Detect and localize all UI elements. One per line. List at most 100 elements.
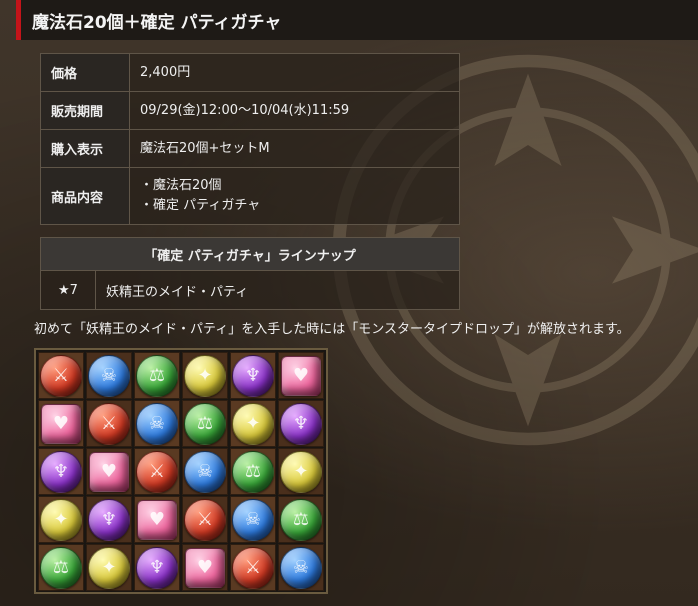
water-orb: ☠ xyxy=(232,498,274,541)
sword-icon: ⚔ xyxy=(52,365,70,386)
board-cell: ♆ xyxy=(38,448,84,495)
heart-orb: ♥ xyxy=(281,355,321,396)
board-cell: ♆ xyxy=(134,544,180,591)
board-cell: ♥ xyxy=(278,352,324,399)
info-row: 購入表示 魔法石20個+セットM xyxy=(40,129,460,168)
heart-icon: ♥ xyxy=(100,461,118,482)
sword-icon: ⚔ xyxy=(244,557,262,578)
board-cell: ♆ xyxy=(278,400,324,447)
light-orb: ✦ xyxy=(88,546,130,589)
devil-icon: ♆ xyxy=(52,461,70,482)
info-row: 価格 2,400円 xyxy=(40,53,460,92)
product-info-table: 価格 2,400円 販売期間 09/29(金)12:00～10/04(水)11:59 購… xyxy=(40,53,460,225)
info-value-line: 09/29(金)12:00～10/04(水)11:59 xyxy=(140,102,350,118)
info-label: 購入表示 xyxy=(40,129,130,168)
info-value-line: 2,400円 xyxy=(140,64,191,80)
wood-orb: ⚖ xyxy=(136,354,178,397)
angel-icon: ✦ xyxy=(101,557,117,578)
board-cell: ⚔ xyxy=(134,448,180,495)
board-cell: ☠ xyxy=(278,544,324,591)
fire-orb: ⚔ xyxy=(40,354,82,397)
lineup-row: ★7 妖精王のメイド・パティ xyxy=(40,270,460,310)
skull-icon: ☠ xyxy=(100,365,118,386)
scale-icon: ⚖ xyxy=(148,365,166,386)
board-cell: ♥ xyxy=(38,400,84,447)
board-cell: ♥ xyxy=(86,448,132,495)
info-value-line: 魔法石20個+セットM xyxy=(140,140,270,156)
board-cell: ☠ xyxy=(86,352,132,399)
scale-icon: ⚖ xyxy=(244,461,262,482)
scale-icon: ⚖ xyxy=(292,509,310,530)
wood-orb: ⚖ xyxy=(232,450,274,493)
unlock-note: 初めて「妖精王のメイド・パティ」を入手した時には「モンスタータイプドロップ」が解… xyxy=(34,322,630,337)
board-cell: ✦ xyxy=(86,544,132,591)
sword-icon: ⚔ xyxy=(148,461,166,482)
board-cell: ⚔ xyxy=(182,496,228,543)
board-cell: ☠ xyxy=(134,400,180,447)
dark-orb: ♆ xyxy=(88,498,130,541)
heart-orb: ♥ xyxy=(89,451,129,492)
light-orb: ✦ xyxy=(280,450,322,493)
board-cell: ✦ xyxy=(38,496,84,543)
info-row: 販売期間 09/29(金)12:00～10/04(水)11:59 xyxy=(40,91,460,130)
page-title: 魔法石20個＋確定 パティガチャ xyxy=(32,12,282,33)
water-orb: ☠ xyxy=(280,546,322,589)
angel-icon: ✦ xyxy=(197,365,213,386)
heart-orb: ♥ xyxy=(41,403,81,444)
board-cell: ⚖ xyxy=(182,400,228,447)
board-cell: ♆ xyxy=(86,496,132,543)
angel-icon: ✦ xyxy=(245,413,261,434)
board-cell: ⚔ xyxy=(86,400,132,447)
sword-icon: ⚔ xyxy=(196,509,214,530)
devil-icon: ♆ xyxy=(148,557,166,578)
info-row: 商品内容 ・魔法石20個 ・確定 パティガチャ xyxy=(40,167,460,225)
scale-icon: ⚖ xyxy=(196,413,214,434)
orb-board: ⚔ ☠ ⚖ ✦ ♆ ♥ ♥ ⚔ ☠ ⚖ ✦ ♆ ♆ ♥ ⚔ ☠ ⚖ ✦ ✦ ♆ ♥ ⚔ ☠ ⚖ ⚖ ✦ ♆ ♥ ⚔ ☠ xyxy=(34,348,328,594)
water-orb: ☠ xyxy=(88,354,130,397)
lineup-monster-name: 妖精王のメイド・パティ xyxy=(95,270,460,310)
heart-icon: ♥ xyxy=(148,509,166,530)
board-cell: ✦ xyxy=(182,352,228,399)
lineup-header: 「確定 パティガチャ」ラインナップ xyxy=(40,237,460,271)
light-orb: ✦ xyxy=(40,498,82,541)
info-label: 販売期間 xyxy=(40,91,130,130)
dark-orb: ♆ xyxy=(280,402,322,445)
skull-icon: ☠ xyxy=(196,461,214,482)
page-title-bar: 魔法石20個＋確定 パティガチャ xyxy=(16,0,698,40)
fire-orb: ⚔ xyxy=(232,546,274,589)
board-cell: ☠ xyxy=(230,496,276,543)
heart-orb: ♥ xyxy=(185,547,225,588)
fire-orb: ⚔ xyxy=(136,450,178,493)
info-value: 09/29(金)12:00～10/04(水)11:59 xyxy=(129,91,460,130)
wood-orb: ⚖ xyxy=(184,402,226,445)
heart-icon: ♥ xyxy=(196,557,214,578)
fire-orb: ⚔ xyxy=(88,402,130,445)
lineup-table: 「確定 パティガチャ」ラインナップ ★7 妖精王のメイド・パティ xyxy=(40,237,460,310)
angel-icon: ✦ xyxy=(293,461,309,482)
heart-icon: ♥ xyxy=(292,365,310,386)
scale-icon: ⚖ xyxy=(52,557,70,578)
board-cell: ⚔ xyxy=(230,544,276,591)
board-cell: ⚖ xyxy=(230,448,276,495)
water-orb: ☠ xyxy=(136,402,178,445)
water-orb: ☠ xyxy=(184,450,226,493)
devil-icon: ♆ xyxy=(292,413,310,434)
dark-orb: ♆ xyxy=(232,354,274,397)
info-value: 2,400円 xyxy=(129,53,460,92)
info-label: 価格 xyxy=(40,53,130,92)
dark-orb: ♆ xyxy=(136,546,178,589)
light-orb: ✦ xyxy=(184,354,226,397)
board-cell: ✦ xyxy=(230,400,276,447)
board-cell: ⚖ xyxy=(278,496,324,543)
light-orb: ✦ xyxy=(232,402,274,445)
skull-icon: ☠ xyxy=(292,557,310,578)
angel-icon: ✦ xyxy=(53,509,69,530)
sword-icon: ⚔ xyxy=(100,413,118,434)
dark-orb: ♆ xyxy=(40,450,82,493)
heart-icon: ♥ xyxy=(52,413,70,434)
info-value: 魔法石20個+セットM xyxy=(129,129,460,168)
devil-icon: ♆ xyxy=(100,509,118,530)
board-cell: ☠ xyxy=(182,448,228,495)
board-cell: ♥ xyxy=(134,496,180,543)
fire-orb: ⚔ xyxy=(184,498,226,541)
